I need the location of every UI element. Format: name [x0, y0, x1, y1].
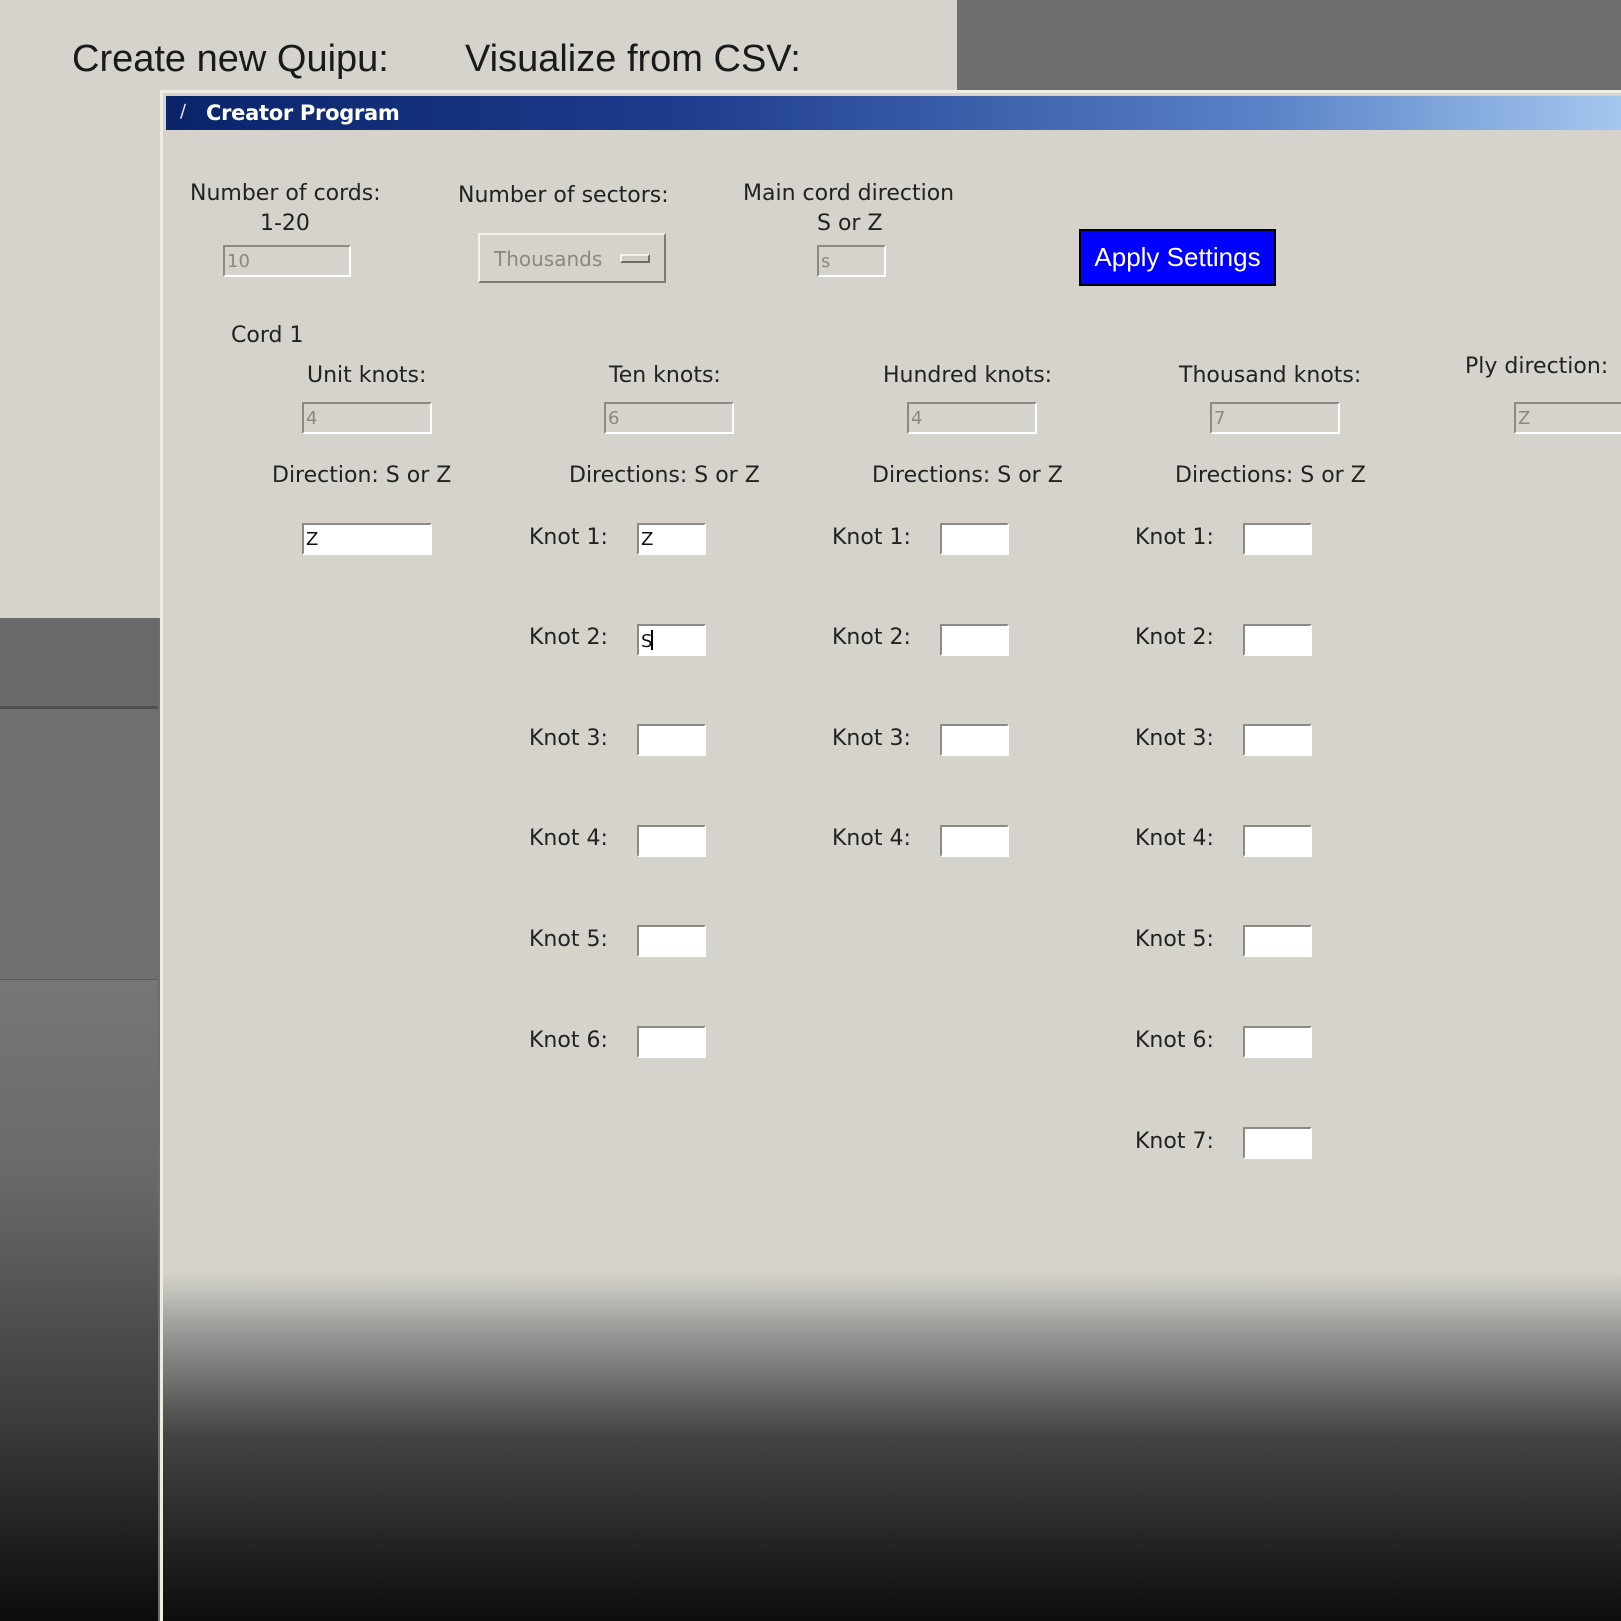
thousand-knots-input[interactable]: 7 — [1210, 402, 1340, 434]
bottom-fade-overlay — [163, 1273, 1621, 1621]
thousand-knot-input[interactable] — [1243, 523, 1312, 555]
ten-knot-input-focused[interactable]: S — [637, 624, 706, 656]
thousand-directions-label: Directions: S or Z — [1175, 463, 1366, 488]
thousand-knot-input[interactable] — [1243, 724, 1312, 756]
ten-knot-label: Knot 3: — [529, 726, 608, 751]
cords-count-input[interactable]: 10 — [223, 245, 351, 277]
hundred-knot-input[interactable] — [940, 825, 1009, 857]
background-panel-left-mid — [0, 709, 158, 980]
desktop: Create new Quipu: Visualize from CSV: ∕ … — [0, 0, 1621, 1621]
thousand-knot-label: Knot 6: — [1135, 1028, 1214, 1053]
ten-knot-label: Knot 4: — [529, 826, 608, 851]
sectors-dropdown-value: Thousands — [494, 247, 603, 271]
thousand-knot-label: Knot 4: — [1135, 826, 1214, 851]
window-titlebar[interactable]: ∕ Creator Program — [166, 96, 1621, 130]
sectors-count-label: Number of sectors: — [458, 183, 669, 208]
feather-icon: ∕ — [180, 101, 187, 122]
background-panel-right — [957, 0, 1621, 88]
sectors-dropdown[interactable]: Thousands — [478, 233, 666, 283]
main-cord-direction-hint: S or Z — [817, 211, 883, 236]
hundred-knot-input[interactable] — [940, 724, 1009, 756]
unit-direction-label: Direction: S or Z — [272, 463, 452, 488]
cords-range-hint: 1-20 — [260, 211, 310, 236]
hundred-knot-label: Knot 3: — [832, 726, 911, 751]
thousand-knots-label: Thousand knots: — [1179, 363, 1362, 388]
thousand-knot-input[interactable] — [1243, 1127, 1312, 1159]
thousand-knot-input[interactable] — [1243, 825, 1312, 857]
hundred-knot-input[interactable] — [940, 523, 1009, 555]
unit-knots-input[interactable]: 4 — [302, 402, 432, 434]
ten-knot-input[interactable] — [637, 825, 706, 857]
hundred-directions-label: Directions: S or Z — [872, 463, 1063, 488]
hundred-knots-input[interactable]: 4 — [907, 402, 1037, 434]
window-title: Creator Program — [206, 101, 400, 125]
thousand-knot-label: Knot 3: — [1135, 726, 1214, 751]
unit-knots-label: Unit knots: — [307, 363, 427, 388]
creator-program-window: ∕ Creator Program Number of cords: 1-20 … — [160, 90, 1621, 1621]
cords-count-label: Number of cords: — [190, 181, 381, 206]
ten-knot-label: Knot 6: — [529, 1028, 608, 1053]
ply-direction-label: Ply direction: — [1465, 354, 1609, 379]
thousand-knot-label: Knot 2: — [1135, 625, 1214, 650]
hundred-knots-label: Hundred knots: — [883, 363, 1053, 388]
visualize-csv-label: Visualize from CSV: — [465, 38, 801, 80]
ply-direction-input[interactable]: Z — [1514, 402, 1621, 434]
cord-title: Cord 1 — [231, 323, 304, 348]
ten-knots-label: Ten knots: — [609, 363, 721, 388]
thousand-knot-input[interactable] — [1243, 624, 1312, 656]
unit-direction-input[interactable]: Z — [302, 523, 432, 555]
ten-knot-label: Knot 2: — [529, 625, 608, 650]
hundred-knot-input[interactable] — [940, 624, 1009, 656]
ten-knot-input[interactable]: Z — [637, 523, 706, 555]
ten-knot-label: Knot 1: — [529, 525, 608, 550]
thousand-knot-label: Knot 7: — [1135, 1129, 1214, 1154]
hundred-knot-label: Knot 2: — [832, 625, 911, 650]
apply-settings-button[interactable]: Apply Settings — [1079, 229, 1276, 286]
dropdown-indicator-icon — [620, 254, 650, 263]
thousand-knot-input[interactable] — [1243, 925, 1312, 957]
ten-knots-input[interactable]: 6 — [604, 402, 734, 434]
create-quipu-label: Create new Quipu: — [72, 38, 389, 80]
ten-directions-label: Directions: S or Z — [569, 463, 760, 488]
ten-knot-label: Knot 5: — [529, 927, 608, 952]
ten-knot-input[interactable] — [637, 925, 706, 957]
main-cord-direction-input[interactable]: s — [817, 245, 886, 277]
ten-knot-input[interactable] — [637, 1026, 706, 1058]
background-panel-left-top — [0, 618, 158, 709]
thousand-knot-label: Knot 1: — [1135, 525, 1214, 550]
background-panel-left-bottom — [0, 980, 158, 1621]
main-cord-direction-label: Main cord direction — [743, 181, 955, 206]
thousand-knot-label: Knot 5: — [1135, 927, 1214, 952]
ten-knot-input[interactable] — [637, 724, 706, 756]
hundred-knot-label: Knot 4: — [832, 826, 911, 851]
thousand-knot-input[interactable] — [1243, 1026, 1312, 1058]
text-cursor — [651, 630, 654, 650]
hundred-knot-label: Knot 1: — [832, 525, 911, 550]
